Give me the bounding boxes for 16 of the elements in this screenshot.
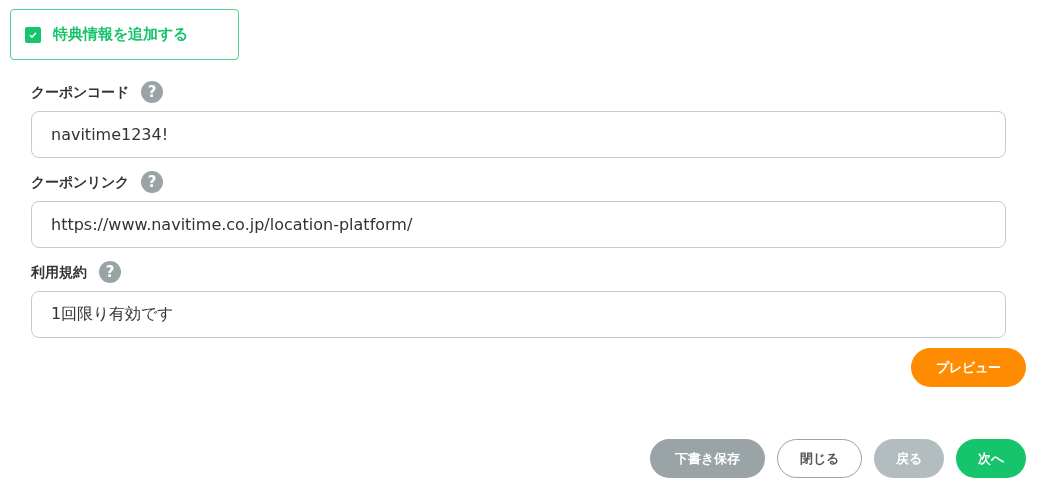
benefit-checkbox[interactable]: 特典情報を追加する	[10, 9, 239, 60]
next-button[interactable]: 次へ	[956, 439, 1026, 478]
help-icon[interactable]: ?	[141, 81, 163, 103]
field-label: クーポンリンク	[31, 172, 129, 192]
preview-button[interactable]: プレビュー	[911, 348, 1026, 387]
field-label: クーポンコード	[31, 82, 129, 102]
help-icon[interactable]: ?	[99, 261, 121, 283]
field-label: 利用規約	[31, 262, 87, 282]
close-button[interactable]: 閉じる	[777, 439, 862, 478]
checkbox-label: 特典情報を追加する	[53, 24, 188, 46]
input-field[interactable]: 1回限り有効です	[31, 291, 1006, 338]
checkbox-icon	[25, 26, 41, 43]
input-field[interactable]: https://www.navitime.co.jp/location-platform/	[31, 201, 1006, 248]
help-icon[interactable]: ?	[141, 171, 163, 193]
save-draft-button[interactable]: 下書き保存	[650, 439, 765, 478]
input-field[interactable]: navitime1234!	[31, 111, 1006, 158]
